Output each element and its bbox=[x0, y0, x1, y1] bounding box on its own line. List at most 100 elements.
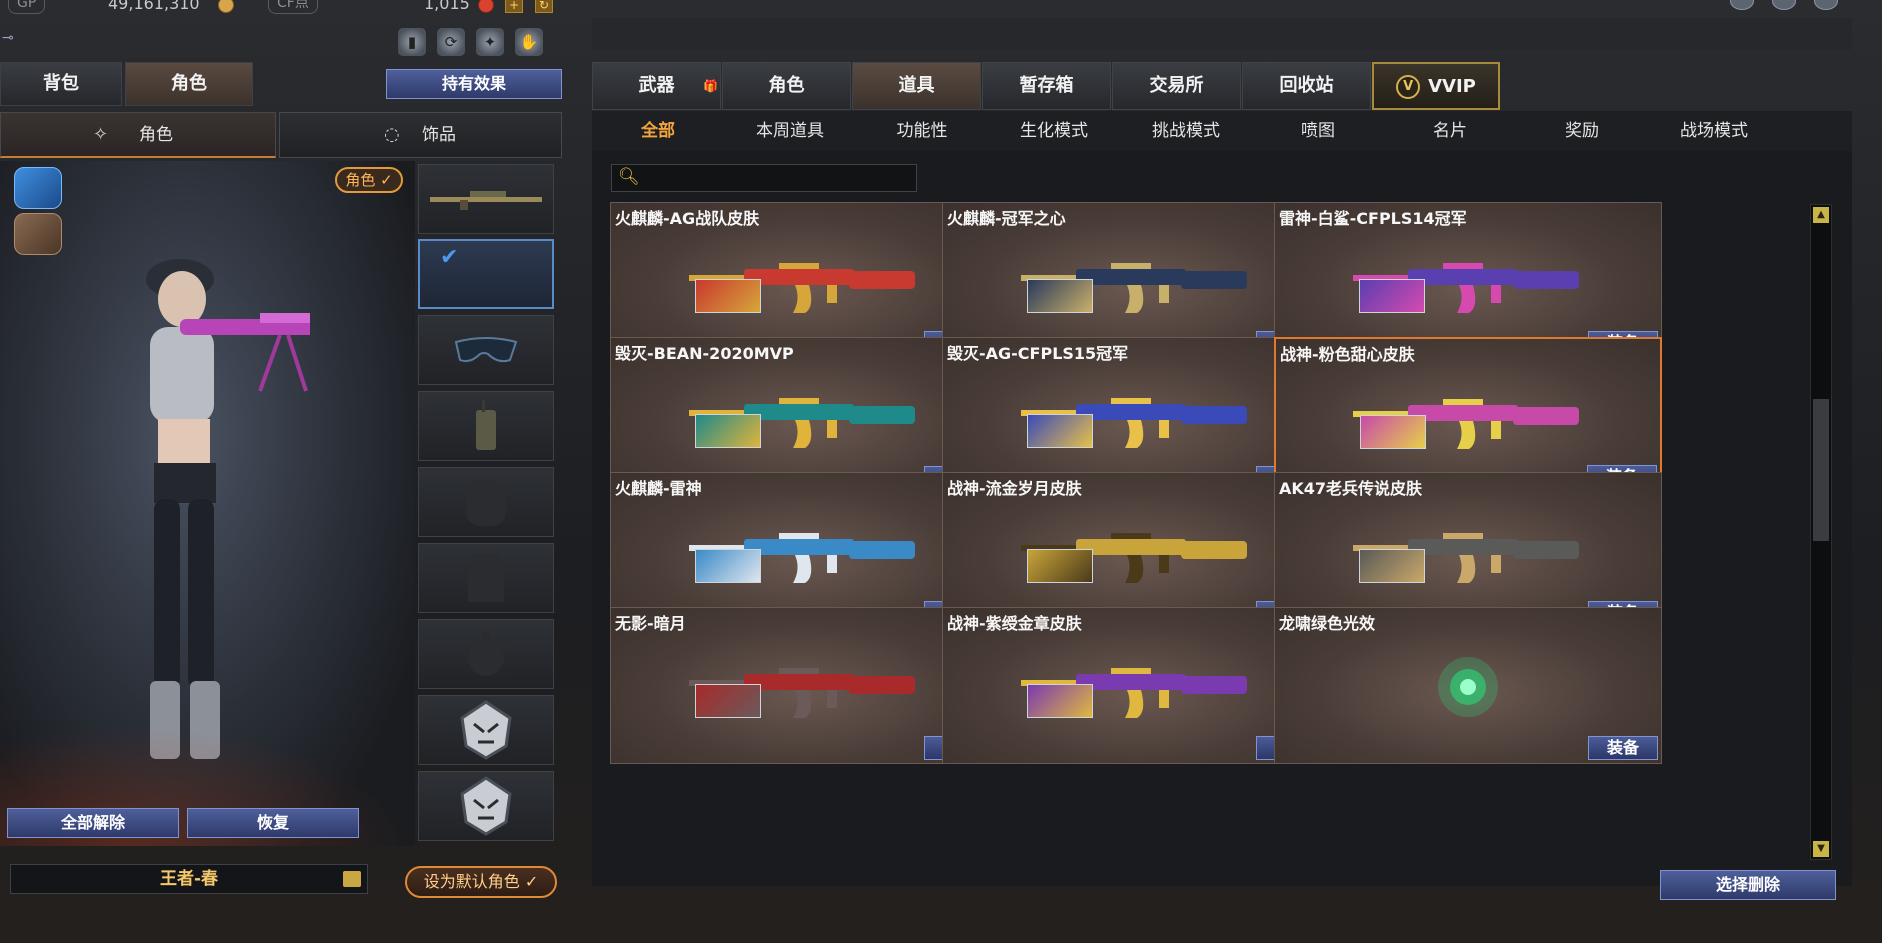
character-panel: 背包 角色 持有效果 ✧ 角色 ◌ 饰品 角色 ✓ ✔ 全部解除 恢复 王者-春… bbox=[0, 60, 563, 910]
item-title: AK47老兵传说皮肤 bbox=[1279, 479, 1423, 498]
item-card[interactable]: 毁灭-BEAN-2020MVP装备 bbox=[610, 337, 998, 494]
item-card[interactable]: 毁灭-AG-CFPLS15冠军装备 bbox=[942, 337, 1330, 494]
subtab-accessories-label: 饰品 bbox=[422, 125, 456, 145]
slot-goggles[interactable] bbox=[418, 315, 554, 385]
category-rewards[interactable]: 奖励 bbox=[1516, 111, 1648, 151]
item-card[interactable]: AK47老兵传说皮肤装备 bbox=[1274, 472, 1662, 629]
item-card[interactable]: 火麒麟-冠军之心装备 bbox=[942, 202, 1330, 359]
settings-icon[interactable] bbox=[1772, 0, 1796, 10]
item-title: 无影-暗月 bbox=[615, 614, 686, 633]
item-card[interactable]: 战神-紫绶金章皮肤装备 bbox=[942, 607, 1330, 764]
item-title: 战神-流金岁月皮肤 bbox=[947, 479, 1082, 498]
equip-button[interactable]: 装备 bbox=[1588, 736, 1658, 760]
slot-backpack[interactable] bbox=[418, 467, 554, 537]
tab-weapons-label: 武器 bbox=[638, 75, 675, 96]
skin-badge-icon bbox=[695, 414, 761, 448]
search-icon: 🔍︎ bbox=[618, 167, 640, 187]
pose-icon[interactable]: ✦ bbox=[476, 28, 504, 56]
scroll-down-icon[interactable]: ▼ bbox=[1813, 841, 1829, 857]
gp-label: GP bbox=[8, 0, 46, 14]
item-card[interactable]: 火麒麟-雷神装备 bbox=[610, 472, 998, 629]
tab-recycle[interactable]: 回收站 bbox=[1242, 62, 1371, 110]
tab-storage-label: 暂存箱 bbox=[1019, 75, 1074, 96]
stats-icon[interactable]: ▮ bbox=[398, 28, 426, 56]
add-cf-button[interactable]: + bbox=[505, 0, 523, 13]
skin-badge-icon bbox=[1360, 415, 1426, 449]
item-card[interactable]: 雷神-白鲨-CFPLS14冠军装备 bbox=[1274, 202, 1662, 359]
category-sprays[interactable]: 喷图 bbox=[1252, 111, 1384, 151]
tab-vvip-label: VVIP bbox=[1428, 76, 1476, 97]
category-weekly[interactable]: 本周道具 bbox=[724, 111, 856, 151]
slot-grenade[interactable] bbox=[418, 619, 554, 689]
vvip-icon: V bbox=[1396, 75, 1421, 99]
skin-badge-icon bbox=[1027, 684, 1093, 718]
subtab-character[interactable]: ✧ 角色 bbox=[0, 112, 276, 158]
character-name: 王者-春 bbox=[159, 869, 219, 889]
tab-exchange[interactable]: 交易所 bbox=[1112, 62, 1241, 110]
item-title: 毁灭-AG-CFPLS15冠军 bbox=[947, 344, 1129, 363]
tab-character[interactable]: 角色 bbox=[125, 62, 253, 106]
hand-icon[interactable]: ✋ bbox=[515, 28, 543, 56]
item-card[interactable]: 战神-粉色甜心皮肤装备 bbox=[1274, 337, 1662, 494]
globe-icon[interactable] bbox=[1730, 0, 1754, 10]
role-badge: 角色 ✓ bbox=[335, 167, 403, 193]
character-name-field[interactable]: 王者-春 bbox=[10, 864, 368, 894]
category-all[interactable]: 全部 bbox=[592, 111, 724, 151]
category-functional[interactable]: 功能性 bbox=[856, 111, 988, 151]
tab-items[interactable]: 道具 bbox=[852, 62, 981, 110]
tab-characters-label: 角色 bbox=[768, 75, 805, 96]
radio-icon bbox=[476, 400, 496, 450]
category-cards[interactable]: 名片 bbox=[1384, 111, 1516, 151]
item-card[interactable]: 火麒麟-AG战队皮肤装备 bbox=[610, 202, 998, 359]
item-card[interactable]: 战神-流金岁月皮肤装备 bbox=[942, 472, 1330, 629]
owned-effects-button[interactable]: 持有效果 bbox=[386, 69, 562, 99]
select-delete-button[interactable]: 选择删除 bbox=[1660, 870, 1836, 900]
restore-button[interactable]: 恢复 bbox=[187, 808, 359, 838]
slot-primary-weapon[interactable] bbox=[418, 164, 554, 234]
currency-bar: GP 49,161,310 CF点 1,015 + ↻ bbox=[0, 0, 563, 17]
skin-badge-icon bbox=[1027, 279, 1093, 313]
tab-characters[interactable]: 角色 bbox=[722, 62, 851, 110]
character-preview[interactable]: 角色 ✓ bbox=[0, 161, 415, 846]
character-icon: ✧ bbox=[93, 124, 109, 145]
inventory-panel: 武器 🎁 角色 道具 暂存箱 交易所 回收站 V VVIP 全部 本周道具 功能性 … bbox=[592, 18, 1852, 930]
list-icon[interactable] bbox=[343, 871, 361, 887]
item-title: 毁灭-BEAN-2020MVP bbox=[615, 344, 794, 363]
refresh-cf-button[interactable]: ↻ bbox=[535, 0, 553, 13]
top-right-icons bbox=[1730, 0, 1838, 10]
key-icon: ⊸ bbox=[2, 30, 14, 46]
slot-armor[interactable] bbox=[418, 543, 554, 613]
panel-header bbox=[592, 18, 1852, 50]
category-zombie-mode[interactable]: 生化模式 bbox=[988, 111, 1120, 151]
category-challenge-mode[interactable]: 挑战模式 bbox=[1120, 111, 1252, 151]
tab-vvip[interactable]: V VVIP bbox=[1372, 62, 1500, 110]
badge-blue-icon[interactable] bbox=[14, 167, 62, 209]
checkmark-icon: ✔ bbox=[440, 245, 459, 270]
slot-radio[interactable] bbox=[418, 391, 554, 461]
toolbar-icons: ▮ ⟳ ✦ ✋ bbox=[398, 28, 543, 56]
search-input[interactable]: 🔍︎ bbox=[611, 164, 917, 192]
skin-badge-icon bbox=[1027, 549, 1093, 583]
item-title: 火麒麟-冠军之心 bbox=[947, 209, 1066, 228]
subtab-accessories[interactable]: ◌ 饰品 bbox=[279, 112, 562, 158]
slot-emblem-2[interactable] bbox=[418, 771, 554, 841]
slot-emblem-1[interactable] bbox=[418, 695, 554, 765]
tab-weapons[interactable]: 武器 🎁 bbox=[592, 62, 721, 110]
dropdown-icon[interactable] bbox=[1814, 0, 1838, 10]
tab-storage[interactable]: 暂存箱 bbox=[982, 62, 1111, 110]
badge-wolf-icon[interactable] bbox=[14, 213, 62, 255]
item-card[interactable]: 无影-暗月装备 bbox=[610, 607, 998, 764]
slot-selected[interactable]: ✔ bbox=[418, 239, 554, 309]
unequip-all-button[interactable]: 全部解除 bbox=[7, 808, 179, 838]
item-title: 火麒麟-雷神 bbox=[615, 479, 702, 498]
set-default-character-button[interactable]: 设为默认角色 ✓ bbox=[405, 866, 557, 898]
tiger-emblem-icon bbox=[460, 776, 512, 836]
rotate-icon[interactable]: ⟳ bbox=[437, 28, 465, 56]
category-bar: 全部 本周道具 功能性 生化模式 挑战模式 喷图 名片 奖励 战场模式 bbox=[592, 111, 1852, 151]
scroll-thumb[interactable] bbox=[1813, 399, 1829, 541]
scrollbar[interactable]: ▲ ▼ bbox=[1810, 204, 1832, 860]
category-battlefield-mode[interactable]: 战场模式 bbox=[1648, 111, 1780, 151]
scroll-up-icon[interactable]: ▲ bbox=[1813, 207, 1829, 223]
item-card[interactable]: 龙啸绿色光效 装备 bbox=[1274, 607, 1662, 764]
tab-backpack[interactable]: 背包 bbox=[0, 62, 122, 106]
